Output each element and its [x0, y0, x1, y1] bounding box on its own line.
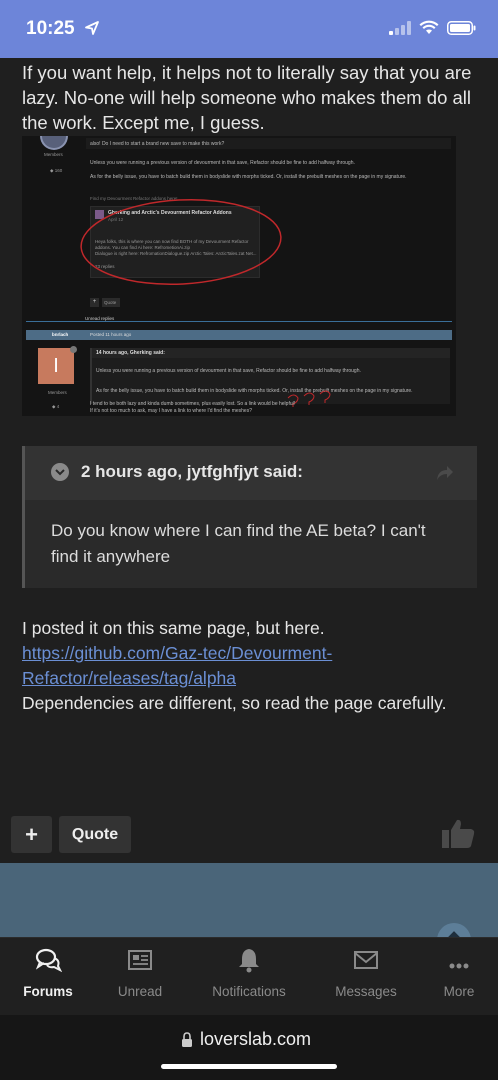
screenshot-members-label: Members: [44, 152, 63, 157]
screenshot-line1: Unless you were running a previous versi…: [90, 160, 355, 166]
url-text: loverslab.com: [200, 1029, 312, 1049]
home-indicator[interactable]: [161, 1064, 337, 1069]
location-arrow-icon: [85, 21, 99, 35]
red-circle-annotation: [80, 198, 282, 286]
reply-text: I posted it on this same page, but here.…: [22, 616, 482, 716]
status-time: 10:25: [26, 18, 75, 39]
section-separator: [0, 863, 498, 937]
quote-button[interactable]: Quote: [59, 816, 131, 853]
screenshot-count: ◆ 160: [50, 168, 63, 173]
screenshot-inner-line2: As for the belly issue, you have to batc…: [96, 388, 413, 394]
envelope-icon: [354, 951, 378, 969]
nav-messages[interactable]: Messages: [322, 938, 410, 1016]
quote-block: 2 hours ago, jytfghfjyt said: Do you kno…: [22, 446, 477, 588]
nav-unread-label: Unread: [117, 984, 163, 999]
screenshot-reply2: I tend to be both lazy and kinda dumb so…: [90, 401, 296, 407]
status-indicators: [389, 20, 476, 35]
quote-author: 2 hours ago, jytfghfjyt said:: [81, 462, 303, 481]
nav-notifications[interactable]: Notifications: [199, 938, 299, 1016]
status-bar: 10:25: [0, 0, 498, 58]
bell-icon: [239, 949, 259, 973]
screenshot-online-dot: [70, 346, 77, 353]
share-arrow-icon[interactable]: [435, 464, 455, 482]
battery-icon: [447, 20, 476, 35]
chat-bubbles-icon: [35, 948, 62, 973]
github-release-link[interactable]: https://github.com/Gaz-tec/Devourment-Re…: [22, 643, 332, 688]
post-intro-text: If you want help, it helps not to litera…: [22, 62, 472, 133]
screenshot-add-button: +: [90, 298, 99, 307]
add-button[interactable]: +: [11, 816, 52, 853]
lock-icon: [182, 1032, 192, 1047]
nav-notifications-label: Notifications: [212, 984, 286, 999]
screenshot-inner-line1: Unless you were running a previous versi…: [96, 368, 361, 374]
screenshot-line2: As for the belly issue, you have to batc…: [90, 174, 407, 180]
thumbs-up-icon[interactable]: [440, 816, 476, 852]
chevron-down-icon[interactable]: [51, 463, 69, 481]
wifi-icon: [419, 20, 439, 34]
browser-url-bar[interactable]: loverslab.com: [0, 1015, 498, 1080]
screenshot-unread-label: Unread replies: [82, 316, 118, 321]
nav-more-label: More: [443, 984, 475, 999]
screenshot-inner-quote-author: 14 hours ago, Gherking said:: [96, 350, 165, 356]
screenshot-count-2: ◆ 4: [52, 404, 60, 409]
nav-unread[interactable]: Unread: [104, 938, 176, 1016]
screenshot-username: bnrlach: [52, 332, 69, 337]
screenshot-quote-label: Quote: [104, 300, 117, 305]
screenshot-unread-line: [26, 321, 452, 322]
forum-post: If you want help, it helps not to litera…: [0, 58, 498, 858]
cellular-signal-icon: [389, 20, 411, 35]
nav-more[interactable]: More: [430, 938, 488, 1016]
screenshot-question: also! Do I need to start a brand new sav…: [90, 141, 225, 147]
newspaper-icon: [128, 950, 152, 970]
nav-forums-label: Forums: [23, 984, 73, 999]
screenshot-members-label-2: Members: [48, 390, 67, 395]
screenshot-user-avatar: I: [38, 348, 74, 384]
screenshot-avatar-top: [40, 136, 68, 150]
screenshot-reply1: If it's not too much to ask, may I have …: [90, 408, 252, 414]
reply-text-part1: I posted it on this same page, but here.: [22, 618, 325, 638]
screenshot-posted: Posted 11 hours ago: [90, 332, 132, 337]
more-icon: [449, 963, 469, 969]
nav-messages-label: Messages: [335, 984, 397, 999]
quote-body: Do you know where I can find the AE beta…: [51, 521, 426, 566]
quote-header[interactable]: 2 hours ago, jytfghfjyt said:: [25, 446, 477, 500]
embedded-screenshot[interactable]: Members ◆ 160 also! Do I need to start a…: [22, 136, 456, 416]
bottom-navigation: Forums Unread Notifications Messages Mor…: [0, 937, 498, 1015]
nav-forums[interactable]: Forums: [12, 938, 84, 1016]
reply-text-part2: Dependencies are different, so read the …: [22, 693, 447, 713]
